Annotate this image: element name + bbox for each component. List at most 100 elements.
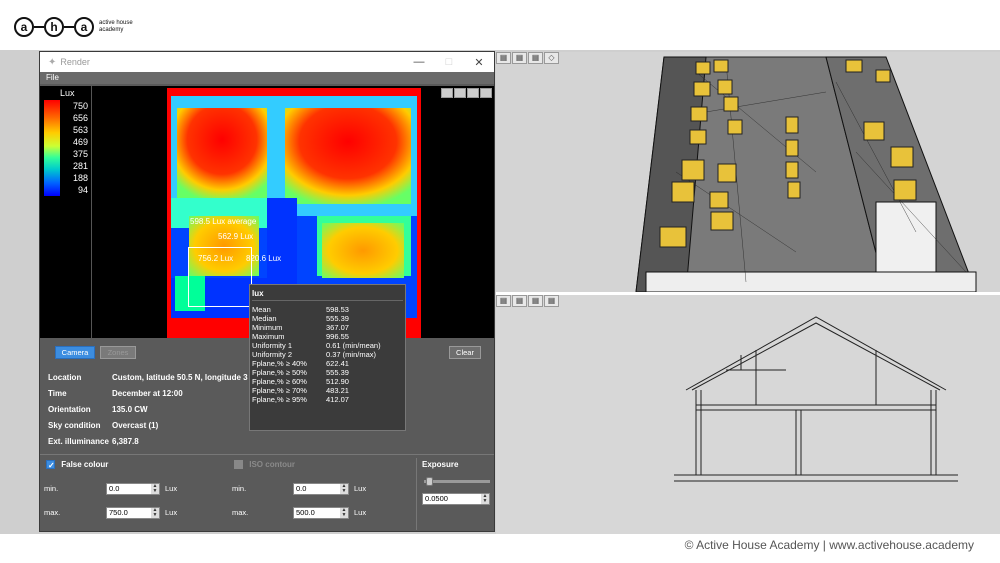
minimize-icon[interactable]: — <box>404 56 434 69</box>
legend-value: 375 <box>72 149 88 159</box>
iso-min-unit: Lux <box>354 484 367 493</box>
false-colour-toggle[interactable]: False colour <box>46 458 109 473</box>
false-colour-label: False colour <box>61 460 109 469</box>
view-tool-icon[interactable]: ▦ <box>496 295 511 307</box>
house-section-drawing <box>674 316 958 482</box>
spinner-arrows-icon[interactable]: ▲ ▼ <box>151 508 159 518</box>
stats-row: Fplane,% ≥ 60% 512.90 <box>252 377 403 386</box>
camera-button[interactable]: Camera <box>55 346 95 359</box>
zones-button[interactable]: Zones <box>100 346 136 359</box>
false-colour-checkbox[interactable] <box>46 459 55 473</box>
app-icon: ✦ <box>48 56 57 68</box>
logo: a h a active house academy <box>14 10 147 44</box>
stats-key: Mean <box>252 305 271 314</box>
iso-max-label: max. <box>232 508 249 517</box>
roof-3d-model <box>635 56 977 293</box>
legend-gradient <box>44 100 60 196</box>
point-label: 562.9 Lux <box>218 232 254 241</box>
view-tool-icon[interactable]: ▦ <box>528 295 543 307</box>
stats-value: 598.53 <box>326 305 349 314</box>
viewport-toolbar: ▦ ▦ ▦ ◇ <box>496 52 559 64</box>
view-tool-icon[interactable]: ▦ <box>512 52 527 64</box>
logo-text: active house academy <box>99 20 133 33</box>
spinner-arrows-icon[interactable]: ▲ ▼ <box>151 484 159 494</box>
stats-row: Maximum 996.55 <box>252 332 403 341</box>
legend-value: 563 <box>72 125 88 135</box>
fc-max-input[interactable]: 750.0 ▲ ▼ <box>106 507 160 519</box>
render-tool-icon[interactable] <box>441 88 453 98</box>
window-controls: — □ ✕ <box>404 56 494 69</box>
iso-contour-toggle[interactable]: ISO contour <box>234 458 295 472</box>
menu-file[interactable]: File <box>46 73 59 82</box>
exposure-value: 0.0500 <box>425 494 448 503</box>
legend-values: 750 656 563 469 375 281 188 94 <box>62 100 88 196</box>
exposure-slider-handle[interactable] <box>426 477 433 486</box>
exposure-slider[interactable] <box>424 477 490 486</box>
fc-min-unit: Lux <box>165 484 178 493</box>
info-row: Location Custom, latitude 50.5 N, longit… <box>48 370 248 386</box>
logo-letter-a: a <box>14 17 34 37</box>
spinner-arrows-icon[interactable]: ▲ ▼ <box>340 484 348 494</box>
stats-row: Fplane,% ≥ 50% 555.39 <box>252 368 403 377</box>
iso-min-value: 0.0 <box>296 484 307 493</box>
legend-value: 469 <box>72 137 88 147</box>
stats-row: Minimum 367.07 <box>252 323 403 332</box>
legend-value: 94 <box>77 185 88 195</box>
stats-title: lux <box>252 289 403 301</box>
legend-title: Lux <box>60 88 75 98</box>
render-button-row: Camera Zones Clear <box>40 344 494 362</box>
stats-key: Fplane,% ≥ 60% <box>252 377 307 386</box>
viewport-section[interactable]: ▦ ▦ ▦ ▦ <box>496 295 1000 534</box>
point-label: 756.2 Lux <box>198 254 234 263</box>
fc-min-value: 0.0 <box>109 484 120 493</box>
page: a h a active house academy ▦ ▦ ▦ ◇ ▦ ▦ ▦… <box>0 0 1000 563</box>
legend-value: 281 <box>72 161 88 171</box>
iso-contour-checkbox[interactable] <box>234 460 243 470</box>
stats-key: Fplane,% ≥ 50% <box>252 368 307 377</box>
info-row: Time December at 12:00 <box>48 386 248 402</box>
iso-max-input[interactable]: 500.0 ▲ ▼ <box>293 507 349 519</box>
info-row: Orientation 135.0 CW <box>48 402 248 418</box>
iso-max-value: 500.0 <box>296 508 315 517</box>
spinner-arrows-icon[interactable]: ▲ ▼ <box>481 494 489 504</box>
exposure-input[interactable]: 0.0500 ▲ ▼ <box>422 493 490 505</box>
stats-key: Maximum <box>252 332 285 341</box>
stats-value: 996.55 <box>326 332 349 341</box>
stats-value: 483.21 <box>326 386 349 395</box>
maximize-icon[interactable]: □ <box>434 56 464 69</box>
scene-info: Location Custom, latitude 50.5 N, longit… <box>48 370 248 450</box>
viewport-3d-roof[interactable]: ▦ ▦ ▦ ◇ <box>496 52 1000 293</box>
info-key: Time <box>48 389 67 398</box>
logo-letter-a2: a <box>74 17 94 37</box>
fc-max-value: 750.0 <box>109 508 128 517</box>
false-colour-panel: False colour <box>46 458 109 473</box>
iso-min-label: min. <box>232 484 247 493</box>
info-value: 6,387.8 <box>112 437 139 446</box>
fc-max-label: max. <box>44 508 61 517</box>
view-tool-icon[interactable]: ▦ <box>528 52 543 64</box>
exposure-label: Exposure <box>422 460 459 469</box>
info-row: Ext. illuminance 6,387.8 <box>48 434 248 450</box>
spinner-arrows-icon[interactable]: ▲ ▼ <box>340 508 348 518</box>
iso-contour-label: ISO contour <box>249 460 296 469</box>
iso-min-input[interactable]: 0.0 ▲ ▼ <box>293 483 349 495</box>
view-tool-icon[interactable]: ▦ <box>496 52 511 64</box>
stats-key: Fplane,% ≥ 95% <box>252 395 307 404</box>
close-icon[interactable]: ✕ <box>464 56 494 69</box>
stats-row: Fplane,% ≥ 70% 483.21 <box>252 386 403 395</box>
view-tool-icon[interactable]: ▦ <box>512 295 527 307</box>
clear-button[interactable]: Clear <box>449 346 481 359</box>
info-key: Location <box>48 373 82 382</box>
info-value: Overcast (1) <box>112 421 159 430</box>
render-tool-icon[interactable] <box>467 88 479 98</box>
legend-value: 656 <box>72 113 88 123</box>
logo-connector <box>34 26 44 28</box>
iso-contour-panel: ISO contour <box>234 458 295 472</box>
view-tool-icon[interactable]: ▦ <box>544 295 559 307</box>
view-tool-icon[interactable]: ◇ <box>544 52 559 64</box>
window-titlebar[interactable]: ✦ Render — □ ✕ <box>40 52 494 72</box>
render-tool-icon[interactable] <box>454 88 466 98</box>
render-tool-icon[interactable] <box>480 88 492 98</box>
fc-min-input[interactable]: 0.0 ▲ ▼ <box>106 483 160 495</box>
stats-value: 555.39 <box>326 314 349 323</box>
